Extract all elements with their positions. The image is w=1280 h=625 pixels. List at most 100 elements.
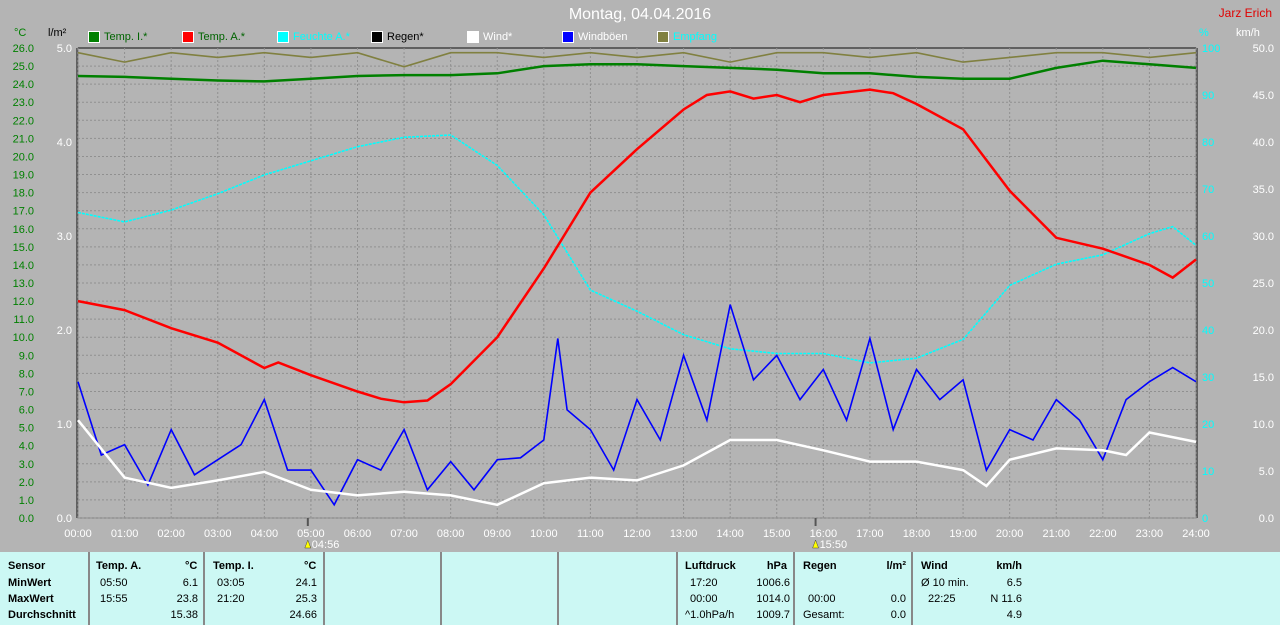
x-tick-label: 09:00: [483, 528, 511, 540]
x-tick-label: 23:00: [1136, 528, 1164, 540]
wind-unit: km/h: [996, 560, 1022, 572]
humidity-tick-label: 40: [1202, 325, 1214, 337]
sunset-time: 15:50: [820, 539, 848, 551]
wind-tick-label: 10.0: [1253, 419, 1274, 431]
temp-tick-label: 14.0: [13, 260, 34, 272]
temp-tick-label: 7.0: [19, 386, 34, 398]
x-tick-label: 24:00: [1182, 528, 1210, 540]
x-tick-label: 01:00: [111, 528, 139, 540]
temp-i-max-time: 21:20: [217, 593, 245, 605]
temp-tick-label: 10.0: [13, 332, 34, 344]
rain-unit: l/m²: [886, 560, 906, 572]
temp-tick-label: 8.0: [19, 368, 34, 380]
wind-max-time: 22:25: [928, 593, 956, 605]
temp-a-max: 23.8: [176, 593, 198, 605]
humidity-tick-label: 50: [1202, 278, 1214, 290]
wind-tick-label: 40.0: [1253, 137, 1274, 149]
wind-tick-label: 5.0: [1259, 466, 1274, 478]
humidity-tick-label: 10: [1202, 466, 1214, 478]
rain-tick-label: 2.0: [57, 325, 72, 337]
temp-i-max: 25.3: [295, 593, 317, 605]
temp-i-min-time: 03:05: [217, 577, 245, 589]
temp-tick-label: 0.0: [19, 513, 34, 525]
temp-a-min: 6.1: [182, 577, 198, 589]
temp-tick-label: 13.0: [13, 278, 34, 290]
rain-tick-label: 1.0: [57, 419, 72, 431]
x-tick-label: 18:00: [903, 528, 931, 540]
temp-tick-label: 3.0: [19, 459, 34, 471]
temp-tick-label: 24.0: [13, 79, 34, 91]
wind-tick-label: 25.0: [1253, 278, 1274, 290]
wind-tick-label: 45.0: [1253, 90, 1274, 102]
temp-a-min-time: 05:50: [100, 577, 128, 589]
x-tick-label: 00:00: [64, 528, 92, 540]
temp-tick-label: 2.0: [19, 477, 34, 489]
sunset-icon: [812, 539, 819, 549]
humidity-tick-label: 30: [1202, 372, 1214, 384]
temp-tick-label: 6.0: [19, 405, 34, 417]
rain-total: 0.0: [890, 609, 906, 621]
wind-avg10-label: Ø 10 min.: [921, 577, 969, 589]
pressure-unit: hPa: [766, 560, 787, 572]
rain-max-time: 00:00: [808, 593, 836, 605]
temp-tick-label: 11.0: [13, 314, 34, 326]
rain-total-label: Gesamt:: [803, 609, 845, 621]
plot-area: [77, 47, 1197, 519]
sunrise-time: 04:56: [312, 539, 340, 551]
rain-tick-label: 3.0: [57, 231, 72, 243]
temp-tick-label: 17.0: [13, 206, 34, 218]
temp-tick-label: 18.0: [13, 188, 34, 200]
wind-tick-label: 35.0: [1253, 184, 1274, 196]
x-tick-label: 15:00: [763, 528, 791, 540]
humidity-tick-label: 0: [1202, 513, 1208, 525]
avg-row-label: Durchschnitt: [8, 609, 76, 621]
humidity-tick-label: 20: [1202, 419, 1214, 431]
temp-tick-label: 22.0: [13, 115, 34, 127]
temp-tick-label: 21.0: [13, 133, 34, 145]
temp-tick-label: 5.0: [19, 423, 34, 435]
temp-a-avg: 15.38: [170, 609, 198, 621]
humidity-tick-label: 80: [1202, 137, 1214, 149]
weather-chart: 0.0 1.0 2.0 3.0 4.0 5.0 6.0 7.0 8.0 9.0 10.0 11.0 12…: [13, 43, 1274, 551]
wind-tick-label: 15.0: [1253, 372, 1274, 384]
x-tick-label: 20:00: [996, 528, 1024, 540]
x-tick-label: 06:00: [344, 528, 372, 540]
x-tick-label: 10:00: [530, 528, 558, 540]
wind-avg: 4.9: [1006, 609, 1022, 621]
pressure-header: Luftdruck: [685, 560, 736, 572]
humidity-tick-label: 90: [1202, 90, 1214, 102]
temp-tick-label: 23.0: [13, 97, 34, 109]
humidity-tick-label: 70: [1202, 184, 1214, 196]
temp-tick-label: 9.0: [19, 350, 34, 362]
x-tick-label: 13:00: [670, 528, 698, 540]
temp-i-header: Temp. I.: [213, 560, 254, 572]
temp-tick-label: 20.0: [13, 151, 34, 163]
x-tick-label: 12:00: [623, 528, 651, 540]
temp-tick-label: 25.0: [13, 61, 34, 73]
temp-i-min: 24.1: [295, 577, 317, 589]
wind-header: Wind: [921, 560, 948, 572]
x-tick-label: 07:00: [390, 528, 418, 540]
pressure-min: 1006.6: [756, 577, 790, 589]
x-tick-label: 19:00: [949, 528, 977, 540]
sensor-header: Sensor: [8, 560, 46, 572]
temp-i-avg: 24.66: [289, 609, 317, 621]
x-tick-label: 14:00: [716, 528, 744, 540]
x-tick-label: 02:00: [157, 528, 185, 540]
x-tick-label: 04:00: [251, 528, 279, 540]
pressure-avg: 1009.7: [756, 609, 790, 621]
min-row-label: MinWert: [8, 577, 52, 589]
pressure-min-time: 17:20: [690, 577, 718, 589]
x-tick-label: 03:00: [204, 528, 232, 540]
rain-header: Regen: [803, 560, 837, 572]
x-tick-label: 21:00: [1042, 528, 1070, 540]
rain-tick-label: 0.0: [57, 513, 72, 525]
rain-tick-label: 4.0: [57, 137, 72, 149]
temp-tick-label: 16.0: [13, 224, 34, 236]
humidity-tick-label: 100: [1202, 43, 1220, 55]
wind-tick-label: 0.0: [1259, 513, 1274, 525]
pressure-max-time: 00:00: [690, 593, 718, 605]
temp-tick-label: 4.0: [19, 441, 34, 453]
x-tick-label: 22:00: [1089, 528, 1117, 540]
temp-tick-label: 15.0: [13, 242, 34, 254]
